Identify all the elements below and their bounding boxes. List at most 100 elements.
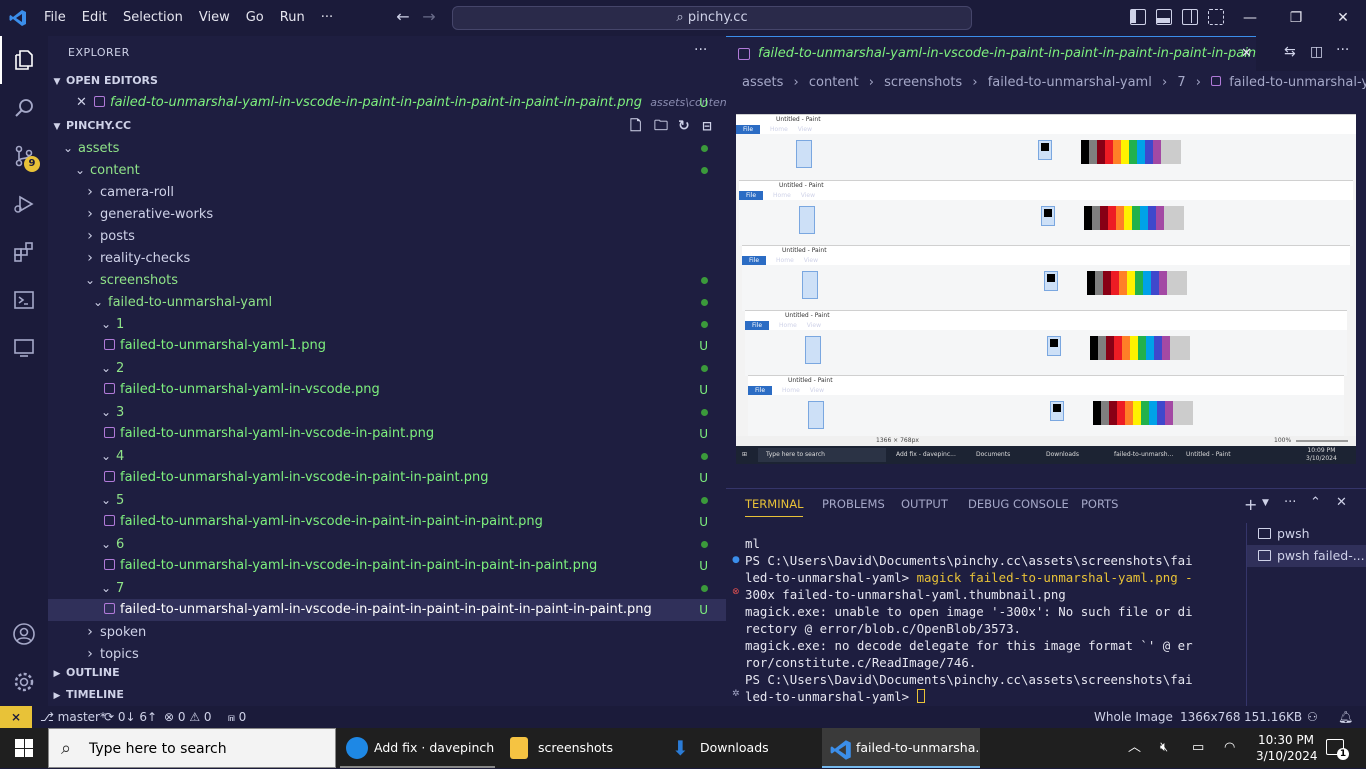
new-terminal-icon[interactable]: +	[1244, 495, 1257, 514]
accounts-icon[interactable]	[0, 610, 48, 658]
toggle-panel-icon[interactable]	[1156, 9, 1172, 25]
close-panel-icon[interactable]: ✕	[1336, 495, 1347, 510]
collapse-all-icon[interactable]: ⊟	[702, 115, 712, 137]
branch-status[interactable]: ⎇ master*	[40, 706, 106, 728]
forward-arrow-icon[interactable]: →	[416, 7, 442, 26]
customize-layout-icon[interactable]	[1208, 9, 1224, 25]
minimize-icon[interactable]: —	[1227, 0, 1273, 36]
chevron-down-icon[interactable]: ▼	[1262, 498, 1269, 508]
search-icon[interactable]	[0, 84, 48, 132]
close-icon[interactable]: ✕	[1320, 0, 1366, 36]
tree-file-item[interactable]: failed-to-unmarshal-yaml-in-vscode.png U	[48, 379, 726, 401]
tree-folder-item[interactable]: ⌄ 7	[48, 577, 726, 599]
taskbar-search-box[interactable]: ⌕ Type here to search	[48, 728, 336, 768]
tree-file-item[interactable]: failed-to-unmarshal-yaml-in-vscode-in-pa…	[48, 555, 726, 577]
view-mode-status[interactable]: Whole Image	[1094, 706, 1173, 728]
explorer-more-button[interactable]: ···	[694, 42, 707, 58]
extensions-icon[interactable]	[0, 228, 48, 276]
breadcrumb-item[interactable]: failed-to-unmarshal-yaml	[988, 75, 1152, 90]
refresh-icon[interactable]: ↻	[678, 115, 690, 137]
open-editors-header[interactable]: ▼ OPEN EDITORS	[48, 70, 726, 92]
panel-more-icon[interactable]: ···	[1284, 495, 1296, 510]
command-center[interactable]: ⌕ pinchy.cc	[452, 6, 972, 30]
ports-status[interactable]: ⩎ 0	[228, 706, 246, 728]
remote-indicator-icon[interactable]: ⨯	[0, 706, 32, 728]
tree-folder-item[interactable]: ⌄ screenshots	[48, 269, 726, 291]
terminal-icon[interactable]	[0, 276, 48, 324]
editor-more-icon[interactable]: ···	[1336, 42, 1349, 58]
new-file-icon[interactable]: 🗋	[630, 115, 641, 137]
menu-selection[interactable]: Selection	[115, 0, 191, 36]
menu-view[interactable]: View	[191, 0, 238, 36]
outline-header[interactable]: ▶ OUTLINE	[48, 662, 726, 684]
timeline-header[interactable]: ▶ TIMELINE	[48, 684, 726, 706]
toggle-secondary-sidebar-icon[interactable]	[1182, 9, 1198, 25]
taskbar-app-browser[interactable]: Add fix · davepinch...	[340, 728, 495, 768]
new-folder-icon[interactable]: 🗀	[654, 115, 668, 137]
tree-folder-item[interactable]: ⌄ failed-to-unmarshal-yaml	[48, 291, 726, 313]
tree-folder-item[interactable]: › camera-roll	[48, 181, 726, 203]
tree-folder-item[interactable]: › generative-works	[48, 203, 726, 225]
taskbar-app-explorer[interactable]: screenshots	[504, 728, 664, 768]
explorer-icon[interactable]	[0, 36, 48, 84]
tab-debug-console[interactable]: DEBUG CONSOLE	[968, 497, 1069, 517]
tab-problems[interactable]: PROBLEMS	[822, 497, 885, 517]
restore-icon[interactable]: ❐	[1273, 0, 1319, 36]
tree-folder-item[interactable]: ⌄ 3	[48, 401, 726, 423]
taskbar-app-downloads[interactable]: ⬇ Downloads	[666, 728, 818, 768]
breadcrumb-item[interactable]: assets	[742, 75, 783, 90]
notifications-bell-icon[interactable]: 🔔︎	[1338, 706, 1353, 728]
tree-folder-item[interactable]: ⌄ 4	[48, 445, 726, 467]
tree-file-item[interactable]: failed-to-unmarshal-yaml-in-vscode-in-pa…	[48, 511, 726, 533]
tree-folder-item[interactable]: › reality-checks	[48, 247, 726, 269]
tree-folder-item[interactable]: ⌄ 2	[48, 357, 726, 379]
tab-ports[interactable]: PORTS	[1081, 497, 1118, 517]
accounts-status-icon[interactable]: ⚇	[1307, 706, 1318, 728]
tray-chevron-up-icon[interactable]: ︿	[1128, 728, 1141, 768]
remote-explorer-icon[interactable]	[0, 324, 48, 372]
source-control-icon[interactable]	[0, 132, 48, 180]
tree-folder-item[interactable]: ⌄ 1	[48, 313, 726, 335]
taskbar-app-vscode[interactable]: failed-to-unmarsha...	[822, 728, 980, 768]
terminal-instance[interactable]: pwsh	[1247, 523, 1366, 545]
breadcrumb-item[interactable]: 7	[1177, 75, 1185, 90]
open-changes-icon[interactable]: ⇆	[1284, 44, 1296, 60]
terminal-instance[interactable]: pwsh failed-...	[1247, 545, 1366, 567]
workspace-header[interactable]: ▼ PINCHY.CC 🗋 🗀 ↻ ⊟	[48, 115, 726, 137]
terminal-output[interactable]: ml PS C:\Users\David\Documents\pinchy.cc…	[745, 535, 1235, 705]
battery-icon[interactable]: ▭	[1192, 728, 1204, 768]
menu-go[interactable]: Go	[238, 0, 272, 36]
notification-center-icon[interactable]: 1	[1326, 739, 1349, 760]
breadcrumb-item[interactable]: failed-to-unmarshal-yaml-in-vscode-in	[1229, 75, 1366, 90]
tree-file-item[interactable]: failed-to-unmarshal-yaml-in-vscode-in-pa…	[48, 423, 726, 445]
tab-output[interactable]: OUTPUT	[901, 497, 948, 517]
tree-file-item[interactable]: failed-to-unmarshal-yaml-in-vscode-in-pa…	[48, 599, 726, 621]
back-arrow-icon[interactable]: ←	[390, 7, 416, 26]
tree-file-item[interactable]: failed-to-unmarshal-yaml-1.png U	[48, 335, 726, 357]
split-editor-icon[interactable]: ◫	[1310, 44, 1323, 60]
menu-edit[interactable]: Edit	[74, 0, 115, 36]
image-preview[interactable]: Untitled - Paint File Home View Untitled - P…	[736, 114, 1356, 464]
tab-terminal[interactable]: TERMINAL	[745, 497, 804, 517]
close-tab-icon[interactable]: ✕	[1241, 37, 1252, 71]
tree-folder-item[interactable]: ⌄ 6	[48, 533, 726, 555]
tree-file-item[interactable]: failed-to-unmarshal-yaml-in-vscode-in-pa…	[48, 467, 726, 489]
menu-run[interactable]: Run	[272, 0, 313, 36]
toggle-primary-sidebar-icon[interactable]	[1130, 9, 1146, 25]
editor-tab[interactable]: failed-to-unmarshal-yaml-in-vscode-in-pa…	[726, 36, 1256, 71]
volume-muted-icon[interactable]: 🔇︎	[1160, 728, 1168, 768]
settings-gear-icon[interactable]	[0, 658, 48, 706]
start-button[interactable]	[0, 728, 48, 768]
tree-folder-item[interactable]: ⌄ assets	[48, 137, 726, 159]
tree-folder-item[interactable]: › spoken	[48, 621, 726, 643]
tree-folder-item[interactable]: › posts	[48, 225, 726, 247]
open-editor-item[interactable]: ✕ failed-to-unmarshal-yaml-in-vscode-in-…	[48, 92, 768, 114]
menu-more[interactable]: ···	[313, 0, 341, 36]
breadcrumb-item[interactable]: screenshots	[884, 75, 962, 90]
problems-status[interactable]: ⊗ 0 ⚠ 0	[164, 706, 212, 728]
sync-status[interactable]: ⟳ 0↓ 6↑	[104, 706, 157, 728]
close-editor-icon[interactable]: ✕	[76, 92, 87, 114]
tree-folder-item[interactable]: ⌄ content	[48, 159, 726, 181]
tree-folder-item[interactable]: ⌄ 5	[48, 489, 726, 511]
run-debug-icon[interactable]	[0, 180, 48, 228]
